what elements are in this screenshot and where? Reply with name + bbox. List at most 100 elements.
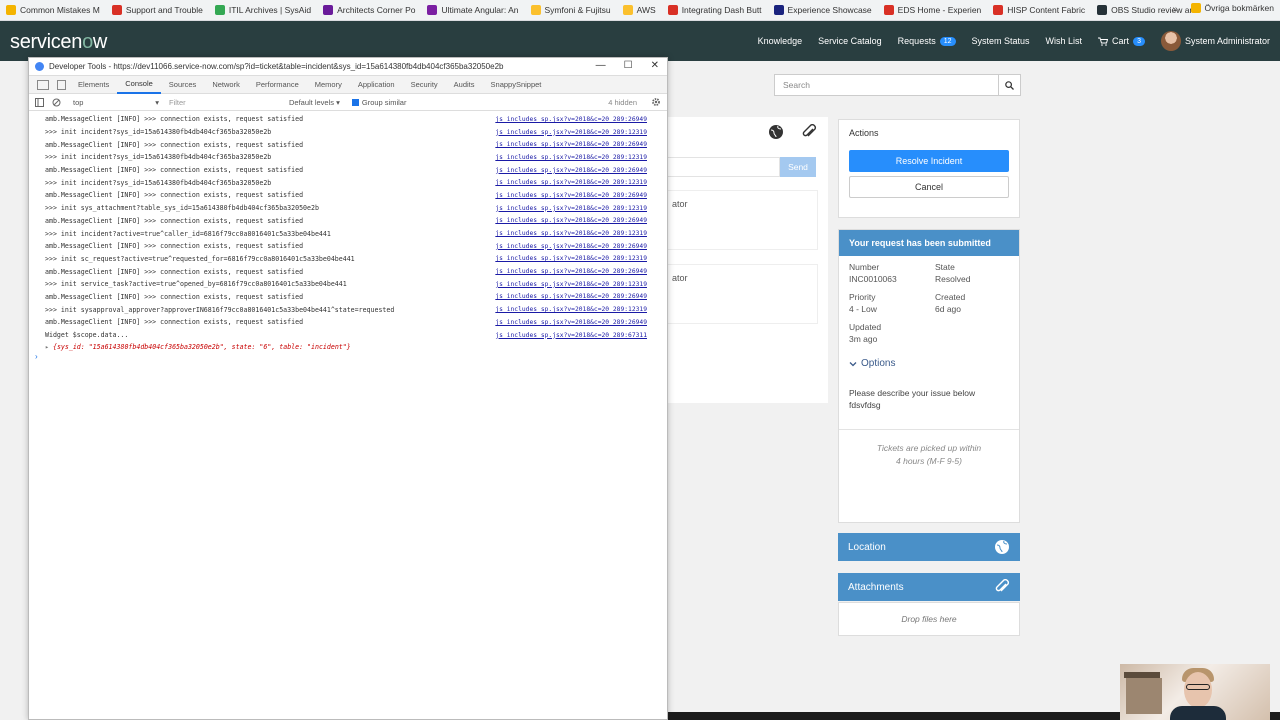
console-object[interactable]: ▸ {sys_id: "15a614380fb4db404cf365ba32050…	[29, 341, 667, 352]
context-selector[interactable]: top ▾	[73, 98, 159, 107]
group-similar-checkbox[interactable]: Group similar	[351, 98, 406, 107]
bookmark-item[interactable]: HISP Content Fabric	[993, 5, 1085, 15]
console-source-link[interactable]: js_includes_sp.jsx?v=2018&c=20_289:12319	[495, 179, 647, 186]
bookmark-item[interactable]: ITIL Archives | SysAid	[214, 5, 312, 15]
console-source-link[interactable]: js_includes_sp.jsx?v=2018&c=20_289:67311	[495, 332, 647, 339]
console-source-link[interactable]: js_includes_sp.jsx?v=2018&c=20_289:12319	[495, 306, 647, 313]
tab-performance[interactable]: Performance	[248, 76, 307, 94]
bookmarks-overflow-icon[interactable]: »	[1172, 4, 1178, 15]
devtools-window: Developer Tools - https://dev11066.servi…	[28, 57, 668, 720]
console-log-line: amb.MessageClient [INFO] >>> connection …	[29, 138, 667, 151]
bookmark-item[interactable]: Common Mistakes M	[6, 5, 100, 15]
console-source-link[interactable]: js_includes_sp.jsx?v=2018&c=20_289:26949	[495, 116, 647, 123]
console-source-link[interactable]: js_includes_sp.jsx?v=2018&c=20_289:12319	[495, 129, 647, 136]
bookmark-item[interactable]: Support and Trouble	[111, 5, 203, 15]
search-button[interactable]	[998, 75, 1020, 95]
priority-field: Priority 4 - Low	[849, 292, 935, 314]
console-source-link[interactable]: js_includes_sp.jsx?v=2018&c=20_289:26949	[495, 217, 647, 224]
attachments-dropzone[interactable]: Drop files here	[838, 602, 1020, 636]
console-source-link[interactable]: js_includes_sp.jsx?v=2018&c=20_289:26949	[495, 319, 647, 326]
console-source-link[interactable]: js_includes_sp.jsx?v=2018&c=20_289:12319	[495, 230, 647, 237]
location-title: Location	[848, 541, 886, 553]
tab-audits[interactable]: Audits	[446, 76, 483, 94]
tab-console[interactable]: Console	[117, 76, 161, 94]
console-source-link[interactable]: js_includes_sp.jsx?v=2018&c=20_289:26949	[495, 243, 647, 250]
console-prompt[interactable]: ›	[29, 352, 667, 364]
bookmark-item[interactable]: Experience Showcase	[773, 5, 872, 15]
paperclip-icon[interactable]	[801, 124, 817, 143]
cancel-button[interactable]: Cancel	[849, 176, 1009, 198]
attachments-panel-header[interactable]: Attachments	[838, 573, 1020, 601]
other-bookmarks[interactable]: Övriga bokmärken	[1190, 3, 1274, 13]
expand-arrow-icon[interactable]: ▸	[45, 343, 49, 351]
console-log-line: >>> init sc_request?active=true^requeste…	[29, 253, 667, 266]
nav-service-catalog[interactable]: Service Catalog	[818, 36, 882, 46]
nav-user-menu[interactable]: System Administrator	[1160, 31, 1270, 51]
hidden-count: 4 hidden	[608, 98, 637, 107]
console-source-link[interactable]: js_includes_sp.jsx?v=2018&c=20_289:26949	[495, 268, 647, 275]
clear-console-icon[interactable]	[52, 98, 61, 107]
tab-sources[interactable]: Sources	[161, 76, 205, 94]
bookmark-item[interactable]: Symfoni & Fujitsu	[530, 5, 611, 15]
globe-icon	[994, 539, 1010, 558]
tab-elements[interactable]: Elements	[70, 76, 117, 94]
send-button[interactable]: Send	[780, 157, 816, 177]
tab-network[interactable]: Network	[204, 76, 248, 94]
message-input[interactable]	[668, 157, 780, 177]
search-input[interactable]: Search	[774, 74, 1021, 96]
bookmark-item[interactable]: Ultimate Angular: An	[427, 5, 519, 15]
console-source-link[interactable]: js_includes_sp.jsx?v=2018&c=20_289:26949	[495, 167, 647, 174]
console-log-text: >>> init incident?sys_id=15a614380fb4db4…	[45, 128, 272, 137]
paperclip-icon	[994, 579, 1010, 598]
tab-memory[interactable]: Memory	[307, 76, 350, 94]
console-source-link[interactable]: js_includes_sp.jsx?v=2018&c=20_289:12319	[495, 255, 647, 262]
nav-wish-list[interactable]: Wish List	[1046, 36, 1083, 46]
bookmark-label: Ultimate Angular: An	[441, 5, 519, 15]
bookmark-item[interactable]: EDS Home - Experien	[883, 5, 981, 15]
console-log-text: amb.MessageClient [INFO] >>> connection …	[45, 242, 304, 251]
description: Please describe your issue below fdsvfds…	[839, 377, 1019, 411]
console-source-link[interactable]: js_includes_sp.jsx?v=2018&c=20_289:12319	[495, 205, 647, 212]
location-panel-header[interactable]: Location	[838, 533, 1020, 561]
tab-snappysnippet[interactable]: SnappySnippet	[483, 76, 550, 94]
nav-knowledge[interactable]: Knowledge	[758, 36, 803, 46]
filter-input[interactable]: Filter	[169, 98, 279, 107]
inspect-icon[interactable]	[37, 79, 49, 90]
search-icon	[1005, 80, 1014, 90]
console-source-link[interactable]: js_includes_sp.jsx?v=2018&c=20_289:26949	[495, 141, 647, 148]
bookmark-item[interactable]: Integrating Dash Butt	[667, 5, 762, 15]
globe-icon[interactable]	[768, 124, 784, 143]
bookmark-item[interactable]: Architects Corner Po	[323, 5, 415, 15]
number-value: INC0010063	[849, 274, 897, 284]
minimize-icon[interactable]: —	[596, 60, 606, 71]
bookmark-item[interactable]: OBS Studio review an	[1097, 5, 1194, 15]
bookmark-favicon-icon	[667, 5, 678, 15]
nav-cart[interactable]: Cart 3	[1098, 36, 1145, 46]
console-source-link[interactable]: js_includes_sp.jsx?v=2018&c=20_289:12319	[495, 154, 647, 161]
resolve-incident-button[interactable]: Resolve Incident	[849, 150, 1009, 172]
nav-cart-label: Cart	[1112, 36, 1130, 46]
cart-count-badge: 3	[1133, 36, 1145, 46]
gear-icon[interactable]	[651, 97, 661, 109]
servicenow-logo[interactable]: servicenow	[10, 31, 107, 54]
close-icon[interactable]: ✕	[651, 60, 659, 71]
device-toolbar-icon[interactable]	[57, 79, 66, 90]
nav-system-status[interactable]: System Status	[972, 36, 1030, 46]
log-levels-dropdown[interactable]: Default levels ▾	[289, 98, 340, 107]
bookmark-item[interactable]: AWS	[622, 5, 656, 15]
nav-requests-label: Requests	[897, 36, 936, 46]
tab-application[interactable]: Application	[350, 76, 403, 94]
console-source-link[interactable]: js_includes_sp.jsx?v=2018&c=20_289:12319	[495, 281, 647, 288]
options-toggle[interactable]: Options	[839, 344, 1019, 377]
state-label: State	[935, 262, 955, 272]
priority-value: 4 - Low	[849, 304, 877, 314]
console-log-text: amb.MessageClient [INFO] >>> connection …	[45, 115, 304, 124]
console-source-link[interactable]: js_includes_sp.jsx?v=2018&c=20_289:26949	[495, 192, 647, 199]
console-source-link[interactable]: js_includes_sp.jsx?v=2018&c=20_289:26949	[495, 293, 647, 300]
maximize-icon[interactable]: ☐	[624, 60, 633, 71]
nav-requests[interactable]: Requests 12	[898, 36, 956, 46]
bookmark-label: ITIL Archives | SysAid	[228, 5, 312, 15]
search-placeholder: Search	[783, 80, 810, 90]
sidebar-toggle-icon[interactable]	[35, 97, 44, 107]
tab-security[interactable]: Security	[403, 76, 446, 94]
